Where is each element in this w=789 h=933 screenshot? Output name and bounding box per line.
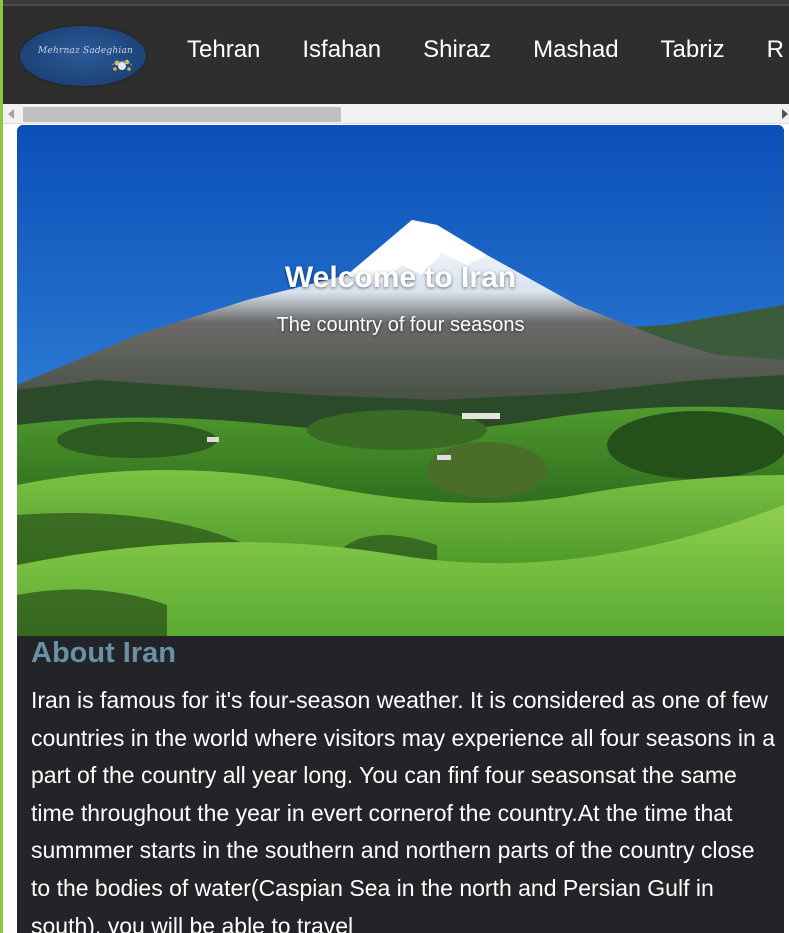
hero-title: Welcome to Iran bbox=[284, 261, 517, 294]
logo-text: Mehrnaz Sadeghian bbox=[38, 46, 134, 56]
nav-item-shiraz[interactable]: Shiraz bbox=[423, 36, 491, 64]
left-accent-bar bbox=[0, 0, 3, 933]
flower-icon bbox=[111, 59, 133, 71]
nav-item-tehran[interactable]: Tehran bbox=[187, 36, 260, 64]
hero-subtitle: The country of four seasons bbox=[276, 314, 525, 336]
horizontal-scrollbar[interactable] bbox=[3, 104, 789, 124]
navbar-top-stripe bbox=[3, 4, 789, 6]
brand-logo[interactable]: Mehrnaz Sadeghian bbox=[20, 26, 146, 86]
scrollbar-thumb[interactable] bbox=[23, 107, 341, 122]
mountain-landscape-image bbox=[17, 125, 784, 636]
nav-item-tabriz[interactable]: Tabriz bbox=[661, 36, 725, 64]
nav-item-truncated[interactable]: R bbox=[767, 36, 784, 64]
nav-item-mashad[interactable]: Mashad bbox=[533, 36, 618, 64]
main-nav: Tehran Isfahan Shiraz Mashad Tabriz R bbox=[187, 36, 789, 64]
hero-banner: Welcome to Iran The country of four seas… bbox=[17, 125, 784, 636]
scroll-left-arrow-icon[interactable] bbox=[8, 109, 14, 119]
nav-item-isfahan[interactable]: Isfahan bbox=[302, 36, 381, 64]
top-navbar: Mehrnaz Sadeghian Tehran Isfahan Shiraz … bbox=[3, 0, 789, 104]
about-paragraph: Iran is famous for it's four-season weat… bbox=[31, 687, 776, 933]
content-card: Welcome to Iran The country of four seas… bbox=[17, 125, 784, 933]
scroll-right-arrow-icon[interactable] bbox=[782, 109, 788, 119]
about-heading: About Iran bbox=[31, 637, 176, 669]
